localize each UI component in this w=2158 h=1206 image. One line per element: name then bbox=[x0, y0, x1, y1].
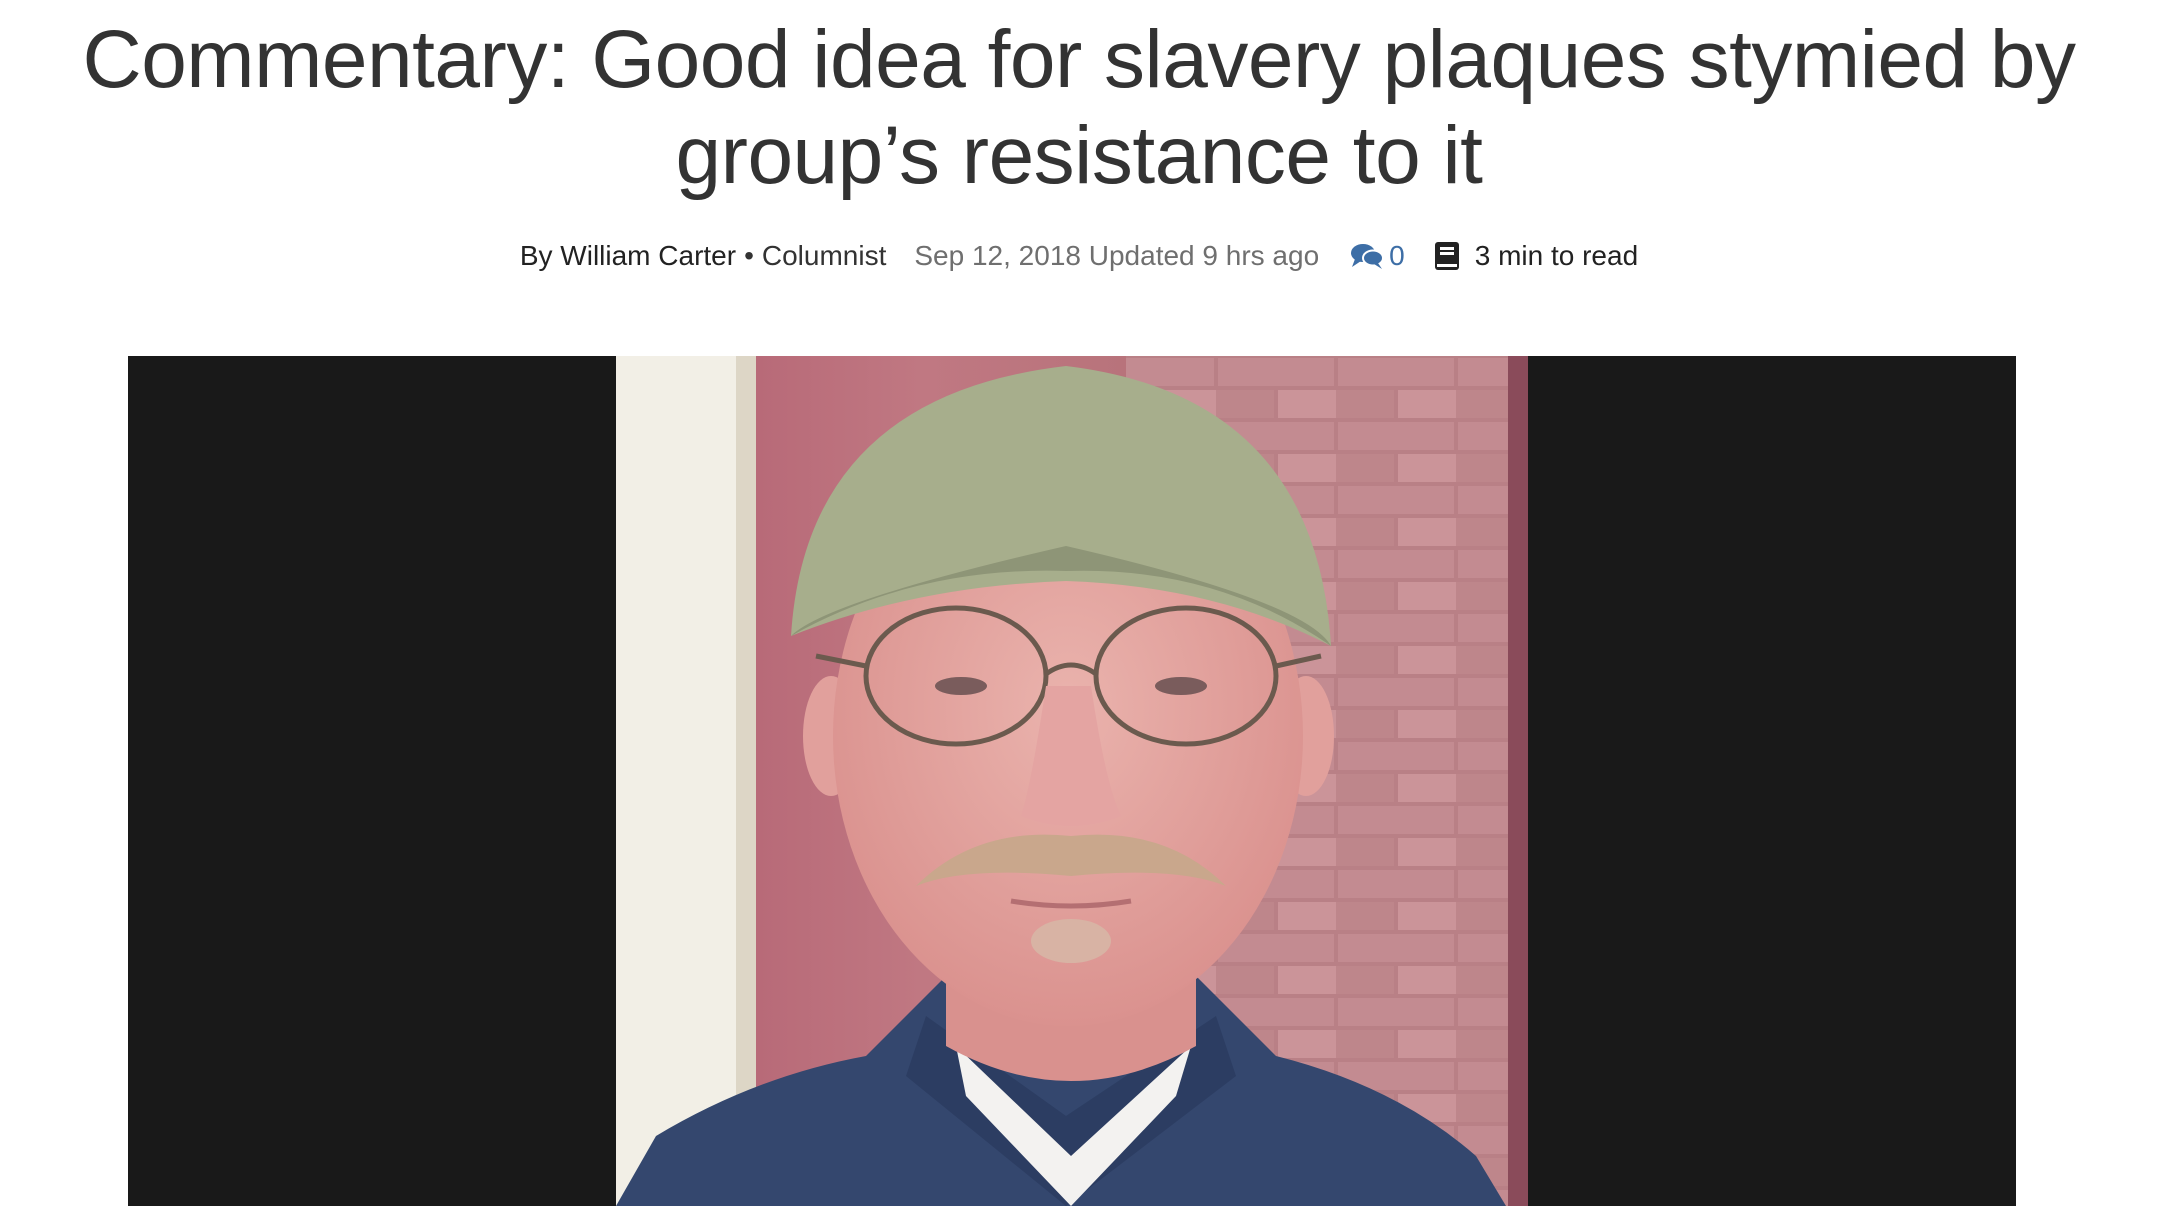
updated-time: Updated 9 hrs ago bbox=[1088, 240, 1320, 271]
publish-date-value: Sep 12, 2018 bbox=[914, 240, 1081, 271]
book-icon bbox=[1434, 242, 1459, 270]
article-headline: Commentary: Good idea for slavery plaque… bbox=[82, 14, 2076, 201]
article-meta: By William Carter • Columnist Sep 12, 20… bbox=[0, 236, 2158, 276]
columnist-portrait-image bbox=[616, 356, 1528, 1206]
comment-count: 0 bbox=[1389, 240, 1405, 271]
columnist-photo bbox=[616, 356, 1528, 1206]
comments-link[interactable]: 0 bbox=[1349, 240, 1405, 272]
article-image-container[interactable] bbox=[128, 356, 2016, 1206]
publish-date: Sep 12, 2018 Updated 9 hrs ago bbox=[914, 240, 1319, 272]
read-time: 3 min to read bbox=[1433, 240, 1638, 272]
author-link[interactable]: By William Carter bbox=[520, 240, 736, 272]
author-role: Columnist bbox=[761, 240, 887, 271]
read-time-label: 3 min to read bbox=[1474, 240, 1639, 271]
comments-icon bbox=[1351, 244, 1385, 269]
byline-separator: • bbox=[744, 240, 754, 271]
